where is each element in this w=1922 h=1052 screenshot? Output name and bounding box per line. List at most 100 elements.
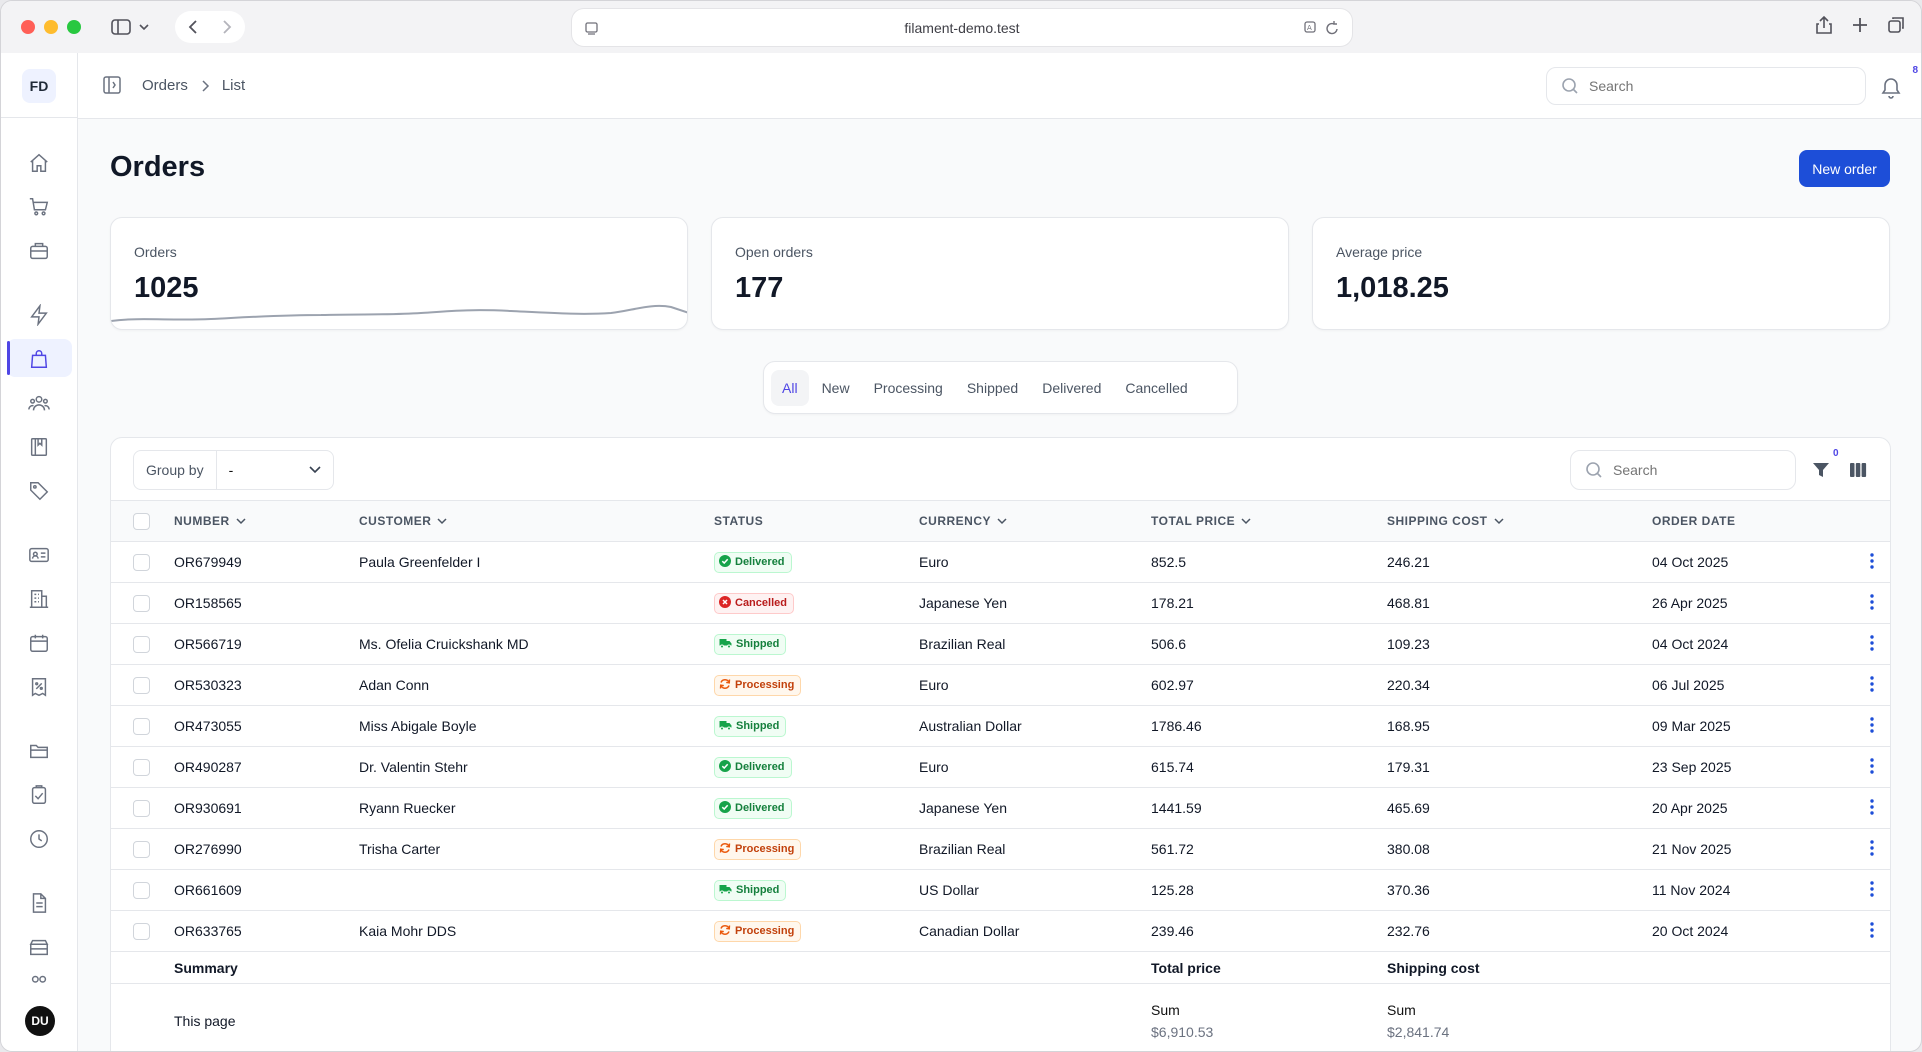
breadcrumb-list[interactable]: List xyxy=(222,77,245,94)
select-all-checkbox[interactable] xyxy=(133,512,150,530)
chevron-down-icon xyxy=(437,518,447,525)
archive-icon[interactable] xyxy=(25,933,53,961)
table-search-input[interactable] xyxy=(1613,462,1795,478)
table-row[interactable]: OR276990 Trisha Carter Processing Brazil… xyxy=(111,829,1890,870)
kebab-icon[interactable] xyxy=(1870,675,1874,692)
kebab-icon[interactable] xyxy=(1870,798,1874,815)
tab-all[interactable]: All xyxy=(771,369,809,406)
users-icon[interactable] xyxy=(25,389,53,417)
table-row[interactable]: OR566719 Ms. Ofelia Cruickshank MD Shipp… xyxy=(111,624,1890,665)
column-header-total-price[interactable]: TOTAL PRICE xyxy=(1151,500,1387,542)
sidebar-toggle-icon[interactable] xyxy=(102,75,122,95)
kebab-icon[interactable] xyxy=(1870,593,1874,610)
book-icon[interactable] xyxy=(25,433,53,461)
tab-delivered[interactable]: Delivered xyxy=(1031,370,1112,406)
table-row[interactable]: OR661609 Shipped US Dollar 125.28 370.36… xyxy=(111,870,1890,911)
table-row[interactable]: OR473055 Miss Abigale Boyle Shipped Aust… xyxy=(111,706,1890,747)
new-tab-icon[interactable] xyxy=(1851,15,1869,35)
clipboard-check-icon[interactable] xyxy=(25,781,53,809)
kebab-icon[interactable] xyxy=(1870,552,1874,569)
column-header-number[interactable]: NUMBER xyxy=(174,500,359,542)
home-icon[interactable] xyxy=(25,149,53,177)
global-search-input[interactable] xyxy=(1589,78,1865,94)
x-circle-icon xyxy=(719,595,731,608)
shopping-bag-icon[interactable] xyxy=(25,345,53,373)
filter-icon[interactable] xyxy=(1811,460,1831,480)
row-checkbox[interactable] xyxy=(133,840,150,858)
row-checkbox[interactable] xyxy=(133,635,150,653)
document-icon[interactable] xyxy=(25,889,53,917)
status-badge: Delivered xyxy=(714,797,792,819)
building-icon[interactable] xyxy=(25,585,53,613)
folder-icon[interactable] xyxy=(25,737,53,765)
tab-cancelled[interactable]: Cancelled xyxy=(1114,370,1198,406)
sidebar-menu-button[interactable] xyxy=(105,13,157,41)
currency-cell: Euro xyxy=(919,759,949,775)
translate-reload-icons[interactable]: A xyxy=(1304,20,1340,36)
order-number-cell: OR276990 xyxy=(174,841,242,857)
tab-new[interactable]: New xyxy=(811,370,861,406)
tag-icon[interactable] xyxy=(25,477,53,505)
table-row[interactable]: OR930691 Ryann Ruecker Delivered Japanes… xyxy=(111,788,1890,829)
close-window-button[interactable] xyxy=(21,20,35,34)
global-search[interactable] xyxy=(1546,67,1866,105)
calendar-icon[interactable] xyxy=(25,629,53,657)
maximize-window-button[interactable] xyxy=(67,20,81,34)
kebab-icon[interactable] xyxy=(1870,839,1874,856)
clock-icon[interactable] xyxy=(25,825,53,853)
kebab-icon[interactable] xyxy=(1870,921,1874,938)
row-checkbox[interactable] xyxy=(133,676,150,694)
user-avatar[interactable]: DU xyxy=(25,1006,55,1036)
sidebar-divider xyxy=(1,117,78,118)
table-row[interactable]: OR633765 Kaia Mohr DDS Processing Canadi… xyxy=(111,911,1890,952)
row-checkbox[interactable] xyxy=(133,594,150,612)
new-order-button[interactable]: New order xyxy=(1799,150,1890,187)
column-header-shipping-cost[interactable]: SHIPPING COST xyxy=(1387,500,1652,542)
tab-processing[interactable]: Processing xyxy=(863,370,954,406)
table-row[interactable]: OR158565 Cancelled Japanese Yen 178.21 4… xyxy=(111,583,1890,624)
column-header-currency[interactable]: CURRENCY xyxy=(919,500,1151,542)
page-icon xyxy=(585,21,598,35)
row-checkbox[interactable] xyxy=(133,717,150,735)
share-icon[interactable] xyxy=(1815,15,1833,35)
bolt-icon[interactable] xyxy=(25,301,53,329)
columns-icon[interactable] xyxy=(1848,460,1868,480)
table-row[interactable]: OR490287 Dr. Valentin Stehr Delivered Eu… xyxy=(111,747,1890,788)
order-date-cell: 21 Nov 2025 xyxy=(1652,841,1732,857)
table-row[interactable]: OR530323 Adan Conn Processing Euro 602.9… xyxy=(111,665,1890,706)
table-row[interactable]: OR679949 Paula Greenfelder I Delivered E… xyxy=(111,542,1890,583)
column-header-customer[interactable]: CUSTOMER xyxy=(359,500,714,542)
receipt-percent-icon[interactable] xyxy=(25,673,53,701)
breadcrumb-orders[interactable]: Orders xyxy=(142,77,188,94)
address-bar[interactable]: filament-demo.test A xyxy=(572,9,1352,46)
order-date-cell: 11 Nov 2024 xyxy=(1652,882,1731,898)
bell-icon[interactable] xyxy=(1879,75,1903,99)
row-checkbox[interactable] xyxy=(133,922,150,940)
puzzle-icon[interactable] xyxy=(25,971,53,985)
status-badge: Processing xyxy=(714,674,802,696)
chevron-down-icon xyxy=(309,466,321,474)
kebab-icon[interactable] xyxy=(1870,880,1874,897)
briefcase-icon[interactable] xyxy=(25,237,53,265)
brand-avatar[interactable]: FD xyxy=(22,69,56,103)
row-checkbox[interactable] xyxy=(133,881,150,899)
group-by-select[interactable]: Group by - xyxy=(133,450,334,490)
table-search[interactable] xyxy=(1570,450,1796,490)
kebab-icon[interactable] xyxy=(1870,757,1874,774)
row-checkbox[interactable] xyxy=(133,553,150,571)
browser-window: filament-demo.test A FD DU Orders List S… xyxy=(0,0,1922,1052)
tabs-overview-icon[interactable] xyxy=(1887,15,1905,35)
total-price-cell: 602.97 xyxy=(1151,677,1194,693)
order-number-cell: OR530323 xyxy=(174,677,242,693)
kebab-icon[interactable] xyxy=(1870,634,1874,651)
kebab-icon[interactable] xyxy=(1870,716,1874,733)
row-checkbox[interactable] xyxy=(133,799,150,817)
order-number-cell: OR566719 xyxy=(174,636,242,652)
row-checkbox[interactable] xyxy=(133,758,150,776)
minimize-window-button[interactable] xyxy=(44,20,58,34)
id-card-icon[interactable] xyxy=(25,541,53,569)
customer-cell: Dr. Valentin Stehr xyxy=(359,759,468,775)
total-price-cell: 178.21 xyxy=(1151,595,1194,611)
tab-shipped[interactable]: Shipped xyxy=(956,370,1029,406)
cart-icon[interactable] xyxy=(25,193,53,221)
